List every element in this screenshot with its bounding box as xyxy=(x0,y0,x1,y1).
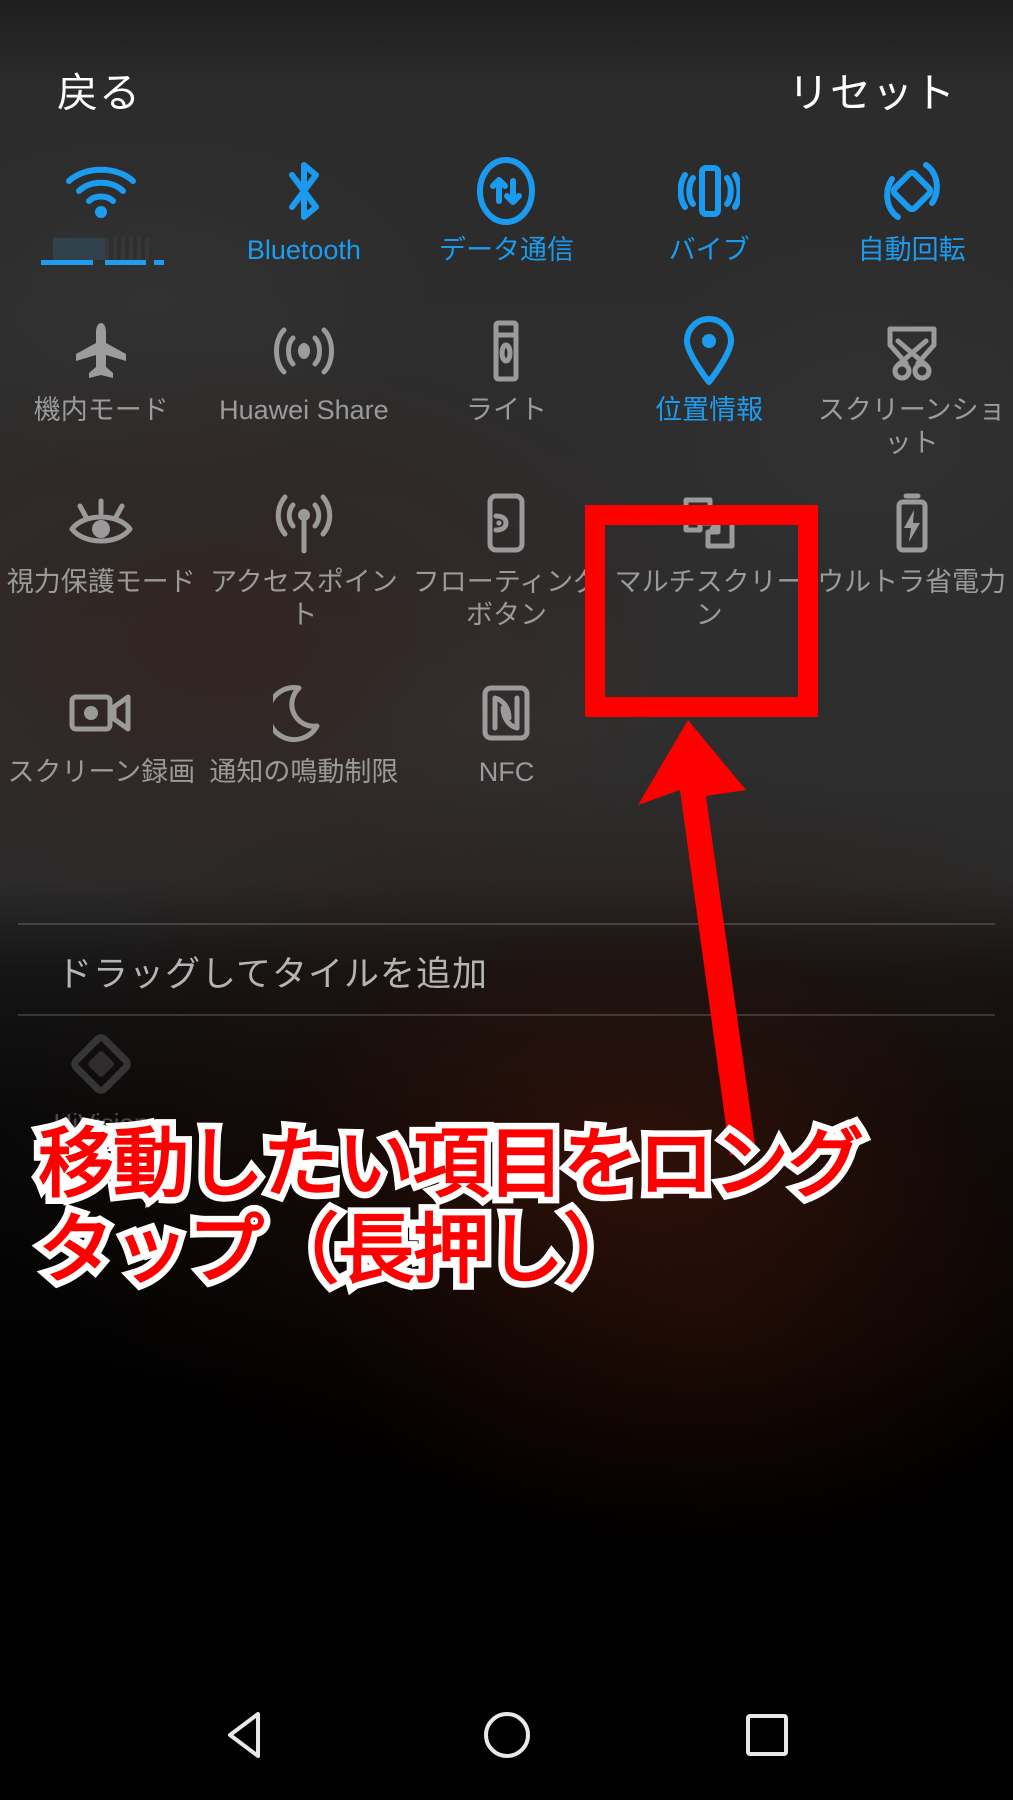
tile-screen-record[interactable]: スクリーン録画 xyxy=(0,662,203,837)
nfc-icon xyxy=(479,680,533,746)
tile-bluetooth[interactable]: Bluetooth xyxy=(203,140,406,300)
tile-label: データ通信 xyxy=(438,235,574,265)
airplane-icon xyxy=(69,318,133,384)
location-pin-icon xyxy=(681,316,737,385)
tile-label: Bluetooth xyxy=(246,235,361,265)
tile-label: バイブ xyxy=(668,235,750,265)
flashlight-icon xyxy=(484,318,528,384)
quick-settings-editor-screen: 戻る リセット Bluetooth データ通信 バイブ 自動回転 機内モード H… xyxy=(0,0,1013,1800)
tile-wifi[interactable] xyxy=(0,140,203,300)
tile-label: アクセスポイント xyxy=(210,567,398,630)
do-not-disturb-icon xyxy=(272,680,335,746)
nav-home-circle-icon[interactable] xyxy=(468,1696,546,1774)
data-transfer-icon xyxy=(474,157,538,225)
tile-hotspot[interactable]: アクセスポイント xyxy=(203,472,406,662)
reset-button[interactable]: リセット xyxy=(788,58,956,128)
floating-button-icon xyxy=(482,490,530,556)
tile-label: ウルトラ省電力 xyxy=(817,567,1007,597)
annotation-arrow-icon xyxy=(638,720,756,1155)
tile-label: 位置情報 xyxy=(655,395,764,425)
tile-auto-rotate[interactable]: 自動回転 xyxy=(810,140,1013,300)
tile-label: スクリーンショット xyxy=(817,395,1006,458)
wifi-label-redacted xyxy=(0,234,203,267)
tile-label: 自動回転 xyxy=(857,235,966,265)
annotation-line-2: タップ（長押し） xyxy=(32,1202,646,1300)
tile-data-transfer[interactable]: データ通信 xyxy=(405,140,608,300)
annotation-text: 移動したい項目をロング タップ（長押し） xyxy=(32,1116,998,1300)
nav-recent-square-icon[interactable] xyxy=(728,1696,806,1774)
screen-record-icon xyxy=(66,680,136,746)
tile-label: ライト xyxy=(465,395,547,425)
tile-label: 視力保護モード xyxy=(6,567,196,597)
annotation-line-1: 移動したい項目をロング xyxy=(32,1116,871,1214)
tile-location[interactable]: 位置情報 xyxy=(608,300,811,472)
tile-label: スクリーン録画 xyxy=(7,757,196,787)
tile-label: 機内モード xyxy=(33,395,169,425)
diamond-icon xyxy=(66,1028,136,1100)
tile-row: 機内モード Huawei Share ライト 位置情報 スクリーンショット xyxy=(0,300,1013,472)
tile-row: Bluetooth データ通信 バイブ 自動回転 xyxy=(0,140,1013,300)
editor-header: 戻る リセット xyxy=(0,58,1013,128)
auto-rotate-icon xyxy=(878,158,946,224)
eye-protection-icon xyxy=(66,490,136,556)
hotspot-icon xyxy=(271,490,337,556)
ultra-power-save-icon xyxy=(891,490,933,556)
tile-do-not-disturb[interactable]: 通知の鳴動制限 xyxy=(203,662,406,837)
tile-huawei-share[interactable]: Huawei Share xyxy=(203,300,406,472)
tile-label: 通知の鳴動制限 xyxy=(209,757,399,787)
screenshot-icon xyxy=(880,318,944,384)
huawei-share-icon xyxy=(271,318,337,384)
back-button[interactable]: 戻る xyxy=(57,58,141,128)
tile-flashlight[interactable]: ライト xyxy=(405,300,608,472)
wifi-icon xyxy=(65,158,137,224)
vibrate-icon xyxy=(678,158,741,224)
tile-screenshot[interactable]: スクリーンショット xyxy=(810,300,1013,472)
bluetooth-icon xyxy=(280,158,328,224)
tile-airplane-mode[interactable]: 機内モード xyxy=(0,300,203,472)
nav-back-triangle-icon[interactable] xyxy=(208,1696,286,1774)
tile-label: Huawei Share xyxy=(219,395,389,425)
tile-eye-protection[interactable]: 視力保護モード xyxy=(0,472,203,662)
tile-vibrate[interactable]: バイブ xyxy=(608,140,811,300)
system-navigation-bar xyxy=(0,1670,1013,1800)
